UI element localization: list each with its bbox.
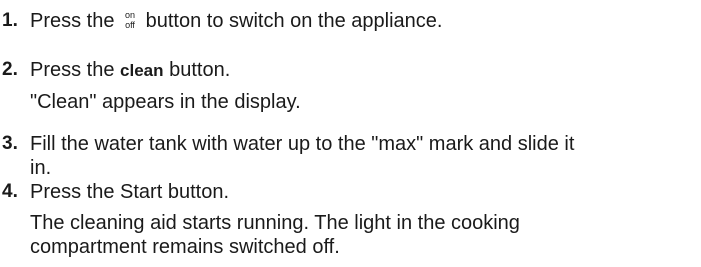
step-number: 4. xyxy=(2,181,18,202)
step-text: Press the Start button. xyxy=(30,181,229,203)
on-off-button-icon: on off xyxy=(122,9,138,31)
step-text: Press the clean button. xyxy=(30,58,690,83)
step-3: 3. Fill the water tank with water up to … xyxy=(0,132,690,180)
off-label: off xyxy=(125,20,135,30)
on-label: on xyxy=(125,10,135,20)
step-result: "Clean" appears in the display. xyxy=(30,91,301,113)
step-result-line-1: The cleaning aid starts running. The lig… xyxy=(30,212,520,234)
step-text-before: Press the xyxy=(30,10,115,32)
step-number: 3. xyxy=(2,133,18,154)
step-text-after: button to switch on the appliance. xyxy=(145,10,443,32)
step-text: Press the on off button to switch on the… xyxy=(30,9,690,33)
step-text-before: Press the xyxy=(30,59,115,81)
step-2: 2. Press the clean button. "Clean" appea… xyxy=(0,58,690,114)
on-off-glyph: on off xyxy=(125,10,135,30)
instruction-document: 1. Press the on off button to switch on … xyxy=(0,0,701,267)
step-text-line-1: Fill the water tank with water up to the… xyxy=(30,133,575,155)
step-4: 4. Press the Start button. The cleaning … xyxy=(0,180,690,259)
step-text-line-2: in. xyxy=(30,157,52,179)
step-text-after: button. xyxy=(169,59,231,81)
step-result-line-2: compartment remains switched off. xyxy=(30,236,340,258)
step-number: 2. xyxy=(2,59,18,80)
step-1: 1. Press the on off button to switch on … xyxy=(0,9,690,33)
clean-button-label: clean xyxy=(120,61,164,80)
step-number: 1. xyxy=(2,10,18,31)
